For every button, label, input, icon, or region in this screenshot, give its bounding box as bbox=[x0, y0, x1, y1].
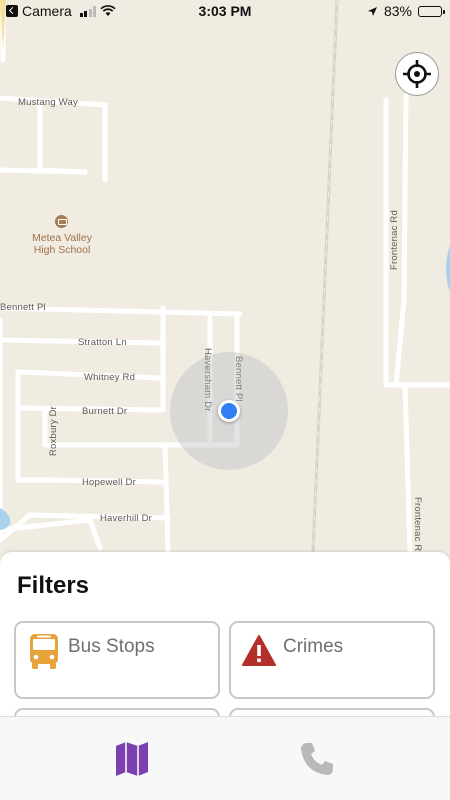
map-icon[interactable] bbox=[112, 739, 152, 779]
street-label-frontenac-rd-south: Frontenac Rd bbox=[412, 497, 423, 557]
street-label-whitney-rd: Whitney Rd bbox=[84, 372, 136, 383]
street-label-haverhill-dr: Haverhill Dr bbox=[100, 513, 153, 524]
crosshair-icon bbox=[403, 60, 431, 88]
street-label-roxbury-dr: Roxbury Dr bbox=[48, 405, 59, 456]
filter-bus-stops-button[interactable]: Bus Stops bbox=[14, 621, 220, 699]
street-label-stratton-ln: Stratton Ln bbox=[78, 337, 127, 348]
tab-bar bbox=[0, 716, 450, 800]
bus-icon bbox=[30, 634, 58, 669]
map-view[interactable]: Mustang Way Bennett Pl Stratton Ln Whitn… bbox=[0, 0, 450, 560]
filter-crimes-label: Crimes bbox=[283, 636, 344, 657]
phone-icon[interactable] bbox=[297, 739, 337, 779]
battery-percent: 83% bbox=[383, 3, 412, 19]
filters-title: Filters bbox=[17, 572, 90, 599]
street-label-frontenac-rd: Frontenac Rd bbox=[389, 210, 400, 270]
user-location-dot[interactable] bbox=[218, 400, 240, 422]
filter-crimes-button[interactable]: Crimes bbox=[229, 621, 435, 699]
recenter-location-button[interactable] bbox=[395, 52, 439, 96]
status-bar: Camera 3:03 PM 83% bbox=[0, 0, 450, 24]
poi-label-school[interactable]: Metea Valley High School bbox=[28, 232, 96, 256]
school-icon[interactable] bbox=[55, 215, 68, 228]
street-label-hopewell-dr: Hopewell Dr bbox=[82, 477, 136, 488]
filter-bus-stops-label: Bus Stops bbox=[68, 636, 155, 657]
battery-icon bbox=[418, 5, 445, 17]
warning-icon bbox=[242, 635, 276, 666]
street-label-mustang-way: Mustang Way bbox=[18, 97, 78, 108]
map-roads bbox=[0, 0, 450, 555]
street-label-burnett-dr: Burnett Dr bbox=[82, 406, 128, 417]
location-arrow-icon bbox=[367, 6, 377, 16]
street-label-bennett-pl: Bennett Pl bbox=[0, 302, 46, 313]
